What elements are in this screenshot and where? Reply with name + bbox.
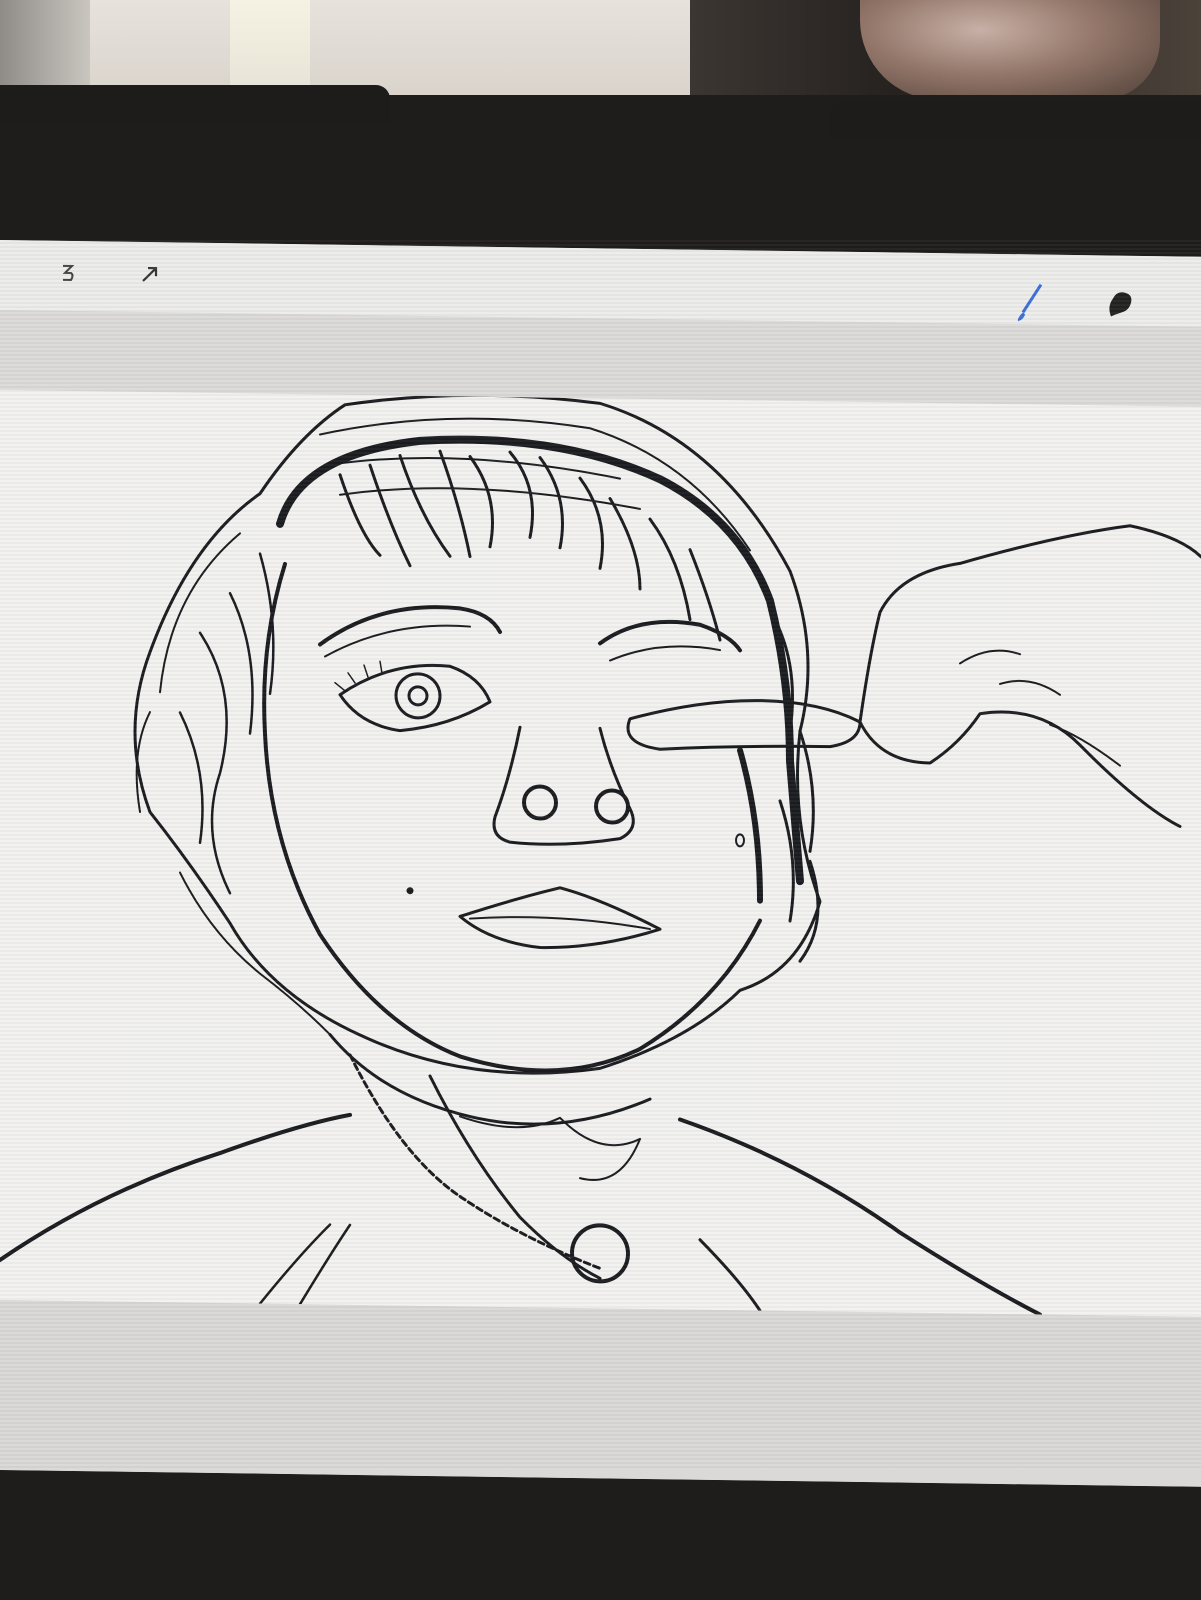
neck (328, 1033, 652, 1126)
undo-icon[interactable] (48, 253, 88, 294)
brush-icon[interactable] (1010, 282, 1050, 323)
case-edge-left (0, 85, 390, 125)
face-outline (262, 561, 762, 1073)
window-light (230, 0, 310, 90)
sketch-drawing (0, 393, 1201, 1317)
drawing-canvas[interactable] (0, 390, 1201, 1317)
left-eyebrow (318, 605, 502, 647)
nose (492, 725, 635, 846)
hand (626, 699, 862, 751)
shoulders (0, 1112, 352, 1263)
photo-scene (0, 0, 1201, 1600)
plush-toy (860, 0, 1160, 100)
smudge-icon[interactable] (1100, 283, 1140, 324)
case-edge-right (830, 100, 1201, 140)
necklace (348, 1053, 602, 1270)
tablet-screen (0, 240, 1201, 1487)
arrow-icon[interactable] (130, 254, 170, 295)
hair-outline (133, 393, 822, 1075)
screen-bottom (0, 1300, 1201, 1487)
hair-inner (276, 435, 804, 886)
